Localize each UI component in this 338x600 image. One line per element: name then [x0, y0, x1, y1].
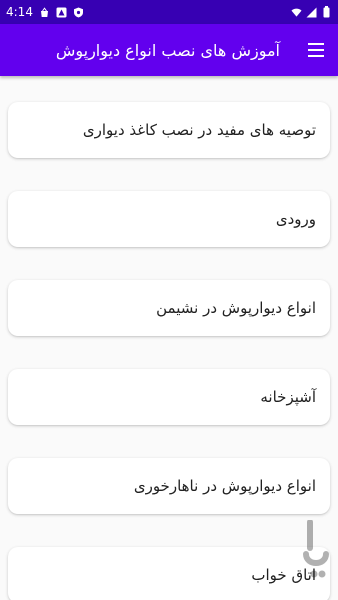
list-item[interactable]: ورودی — [8, 191, 330, 247]
list-item-label: انواع دیوارپوش در ناهارخوری — [133, 477, 316, 495]
list-item[interactable]: انواع دیوارپوش در ناهارخوری — [8, 458, 330, 514]
shield-icon — [73, 7, 84, 18]
list-item[interactable]: انواع دیوارپوش در نشیمن — [8, 280, 330, 336]
app-title: آموزش های نصب انواع دیوارپوش — [55, 40, 280, 60]
list-item[interactable]: آشپزخانه — [8, 369, 330, 425]
list-item-label: ورودی — [275, 210, 316, 228]
list-item-label: توصیه های مفید در نصب کاغذ دیواری — [82, 121, 316, 139]
topic-list: توصیه های مفید در نصب کاغذ دیواری ورودی … — [0, 76, 338, 600]
hamburger-menu-icon[interactable] — [302, 39, 324, 61]
signal-icon — [306, 7, 317, 18]
battery-icon — [321, 6, 332, 18]
status-time: 4:14 — [6, 5, 33, 19]
wifi-icon — [291, 7, 302, 18]
list-item-label: آشپزخانه — [260, 388, 316, 406]
list-item[interactable]: اتاق خواب — [8, 547, 330, 600]
status-bar: 4:14 — [0, 0, 338, 24]
list-item[interactable]: توصیه های مفید در نصب کاغذ دیواری — [8, 102, 330, 158]
list-item-label: انواع دیوارپوش در نشیمن — [156, 299, 316, 317]
watermark-logo — [302, 519, 330, 582]
shopping-bag-icon — [39, 6, 50, 18]
app-bar: آموزش های نصب انواع دیوارپوش — [0, 24, 338, 76]
warning-icon — [56, 7, 67, 18]
